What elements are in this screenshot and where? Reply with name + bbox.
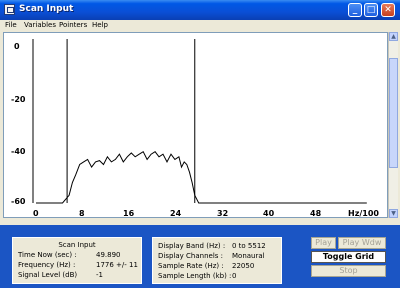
status-area: Scan Input Time Now (sec) : 49.890 Frequ… (0, 225, 400, 288)
close-button[interactable]: ✕ (381, 3, 395, 17)
scroll-up-icon[interactable]: ▲ (389, 32, 398, 41)
spectrum-plot[interactable]: 0 -20 -40 -60 0 8 16 24 32 40 48 Hz/100 (3, 32, 388, 218)
window-title: Scan Input (19, 4, 74, 14)
vertical-scrollbar[interactable]: ▲ ▼ (388, 32, 398, 218)
info-value: -1 (96, 271, 103, 279)
info-value: 1776 +/- 11 (96, 261, 138, 269)
info-value: 49.890 (96, 251, 121, 259)
scroll-down-icon[interactable]: ▼ (389, 209, 398, 218)
info-value: Monaural (232, 252, 265, 260)
scroll-thumb[interactable] (389, 58, 398, 168)
info-value: 0 to 5512 (232, 242, 266, 250)
panel-title: Scan Input (58, 241, 96, 249)
play-window-button[interactable]: Play Wdw (338, 237, 386, 249)
menu-pointers[interactable]: Pointers (59, 21, 87, 29)
menu-file[interactable]: File (5, 21, 17, 29)
title-bar[interactable]: Scan Input _ □ ✕ (0, 0, 400, 20)
play-button[interactable]: Play (311, 237, 336, 249)
info-label: Display Band (Hz) : (158, 242, 226, 250)
info-label: Sample Rate (Hz) : (158, 262, 224, 270)
spectrum-line (36, 150, 367, 204)
app-icon (4, 4, 15, 15)
info-value: 0 (232, 272, 237, 280)
menu-help[interactable]: Help (92, 21, 108, 29)
info-label: Display Channels : (158, 252, 223, 260)
info-label: Sample Length (kb) : (158, 272, 232, 280)
info-value: 22050 (232, 262, 255, 270)
info-label: Time Now (sec) : (18, 251, 77, 259)
info-label: Signal Level (dB) (18, 271, 78, 279)
display-info-panel: Display Band (Hz) : 0 to 5512 Display Ch… (152, 237, 282, 284)
stop-button[interactable]: Stop (311, 265, 386, 277)
menu-bar: File Variables Pointers Help (0, 20, 400, 31)
maximize-button[interactable]: □ (364, 3, 378, 17)
scan-input-panel: Scan Input Time Now (sec) : 49.890 Frequ… (12, 237, 142, 284)
spectrum-graph (32, 39, 367, 204)
toggle-grid-button[interactable]: Toggle Grid (311, 251, 386, 263)
minimize-button[interactable]: _ (348, 3, 362, 17)
info-label: Frequency (Hz) : (18, 261, 76, 269)
menu-variables[interactable]: Variables (24, 21, 56, 29)
